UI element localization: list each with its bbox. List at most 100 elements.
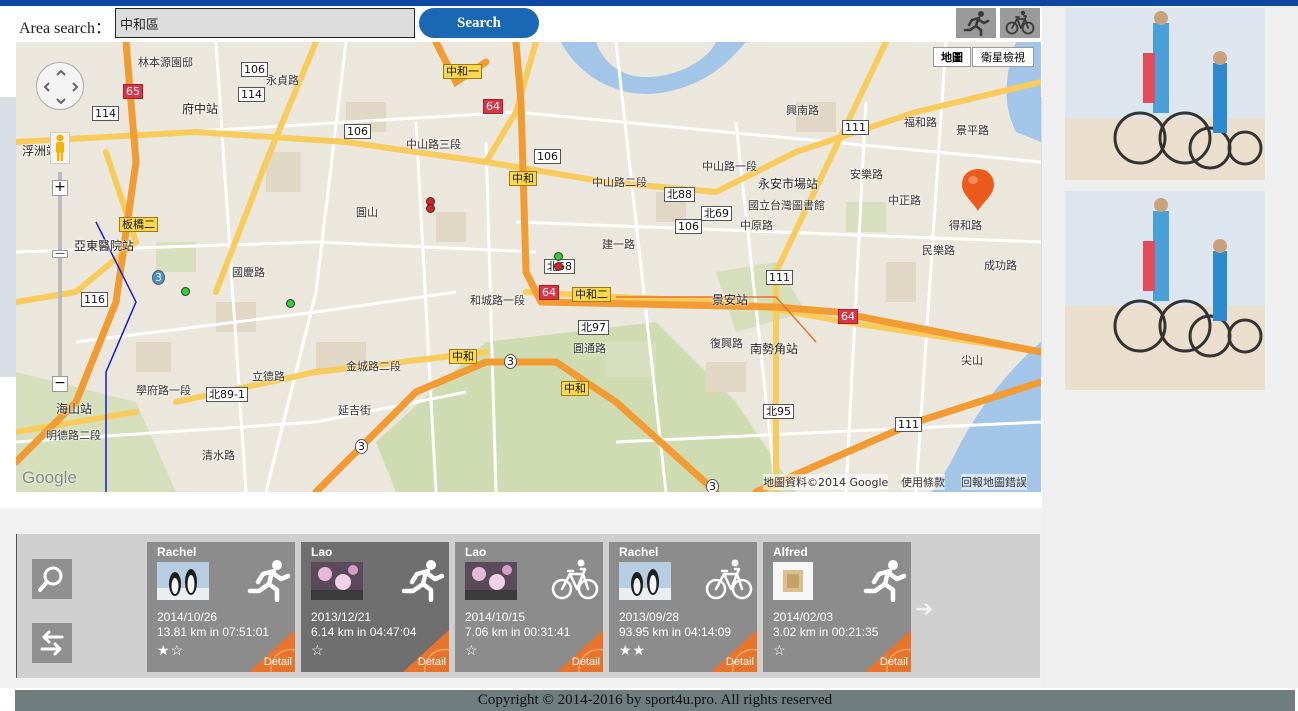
workout-card[interactable]: Lao 2013/12/21 6.14 km in 04:47:04 ☆ Detail <box>301 542 449 672</box>
map-label: 景安站 <box>712 293 749 307</box>
map-label: 民樂路 <box>922 244 955 257</box>
magnifier-icon <box>38 566 63 592</box>
workout-date: 2013/12/21 <box>311 610 372 624</box>
map-type-map-button[interactable]: 地圖 <box>933 47 971 67</box>
search-bar: Area search： Search <box>0 6 1042 42</box>
workout-card[interactable]: Rachel 2014/10/26 13.81 km in 07:51:01 ★☆ De… <box>147 542 295 672</box>
bicycle-icon <box>1005 10 1035 35</box>
workout-user: Lao <box>311 545 333 559</box>
map-view[interactable]: 林本源園邸 府中站 浮洲站 板橋二 亞東醫院站 海山站 永安市場站 國立台灣圖書… <box>16 42 1041 492</box>
map-type-satellite-button[interactable]: 衛星檢視 <box>972 47 1034 67</box>
workout-card[interactable]: Rachel 2013/09/28 93.95 km in 04:14:09 ★★ De… <box>609 542 757 672</box>
map-label: 成功路 <box>984 259 1017 272</box>
map-label: 尖山 <box>961 354 983 367</box>
road-shield: 111 <box>895 417 922 432</box>
footer: Copyright © 2014-2016 by sport4u.pro. Al… <box>15 690 1295 711</box>
street-view-pegman-icon[interactable] <box>50 132 70 164</box>
road-shield: 3 <box>355 439 368 454</box>
map-label: 中山路三段 <box>406 138 461 151</box>
zoom-in-button[interactable]: + <box>52 180 68 196</box>
cycling-filter-button[interactable] <box>1000 8 1040 38</box>
road-shield: 65 <box>123 84 143 99</box>
running-filter-button[interactable] <box>956 8 996 38</box>
avatar-photo <box>773 562 813 600</box>
road-shield: 116 <box>81 292 108 307</box>
workout-stats: 7.06 km in 00:31:41 <box>465 625 571 639</box>
map-label: 國立台灣圖書館 <box>748 199 825 212</box>
map-label: 中和 <box>509 171 537 186</box>
pan-control[interactable] <box>36 62 84 110</box>
map-label: 海山站 <box>56 402 93 416</box>
workout-strip: Rachel 2014/10/26 13.81 km in 07:51:01 ★☆ De… <box>16 534 1040 678</box>
map-label: 福和路 <box>904 116 937 129</box>
google-logo: Google <box>22 468 77 487</box>
road-shield: 106 <box>675 219 702 234</box>
road-shield: 北69 <box>701 206 732 221</box>
ad-banner-cycling[interactable] <box>1065 8 1265 180</box>
swap-button[interactable] <box>32 623 72 663</box>
detail-link[interactable]: Detail <box>726 656 754 668</box>
workout-user: Rachel <box>619 545 659 559</box>
workout-date: 2014/10/26 <box>157 610 218 624</box>
flowers-photo <box>311 562 363 600</box>
rating-stars: ☆ <box>465 642 479 658</box>
map-label: 得和路 <box>949 219 982 232</box>
bicycle-icon <box>551 559 599 600</box>
map-base <box>16 42 1041 492</box>
zoom-slider-handle[interactable]: — <box>52 249 68 259</box>
map-label: 永安市場站 <box>758 177 819 191</box>
map-label: 清水路 <box>202 449 235 462</box>
map-attribution: 地圖資料©2014 Google <box>763 474 889 490</box>
map-label: 中和 <box>449 349 477 364</box>
runner-icon <box>963 11 990 36</box>
location-pin-icon[interactable] <box>960 167 996 213</box>
map-label: 中和二 <box>572 287 611 302</box>
next-arrow-icon[interactable]: ➔ <box>915 596 933 622</box>
map-label: 復興路 <box>710 337 743 350</box>
workout-user: Alfred <box>773 545 808 559</box>
map-label: 中和 <box>561 381 589 396</box>
map-label: 中和一 <box>443 64 482 79</box>
copyright-text: Copyright © 2014-2016 by sport4u.pro. Al… <box>477 692 833 708</box>
map-label: 圓山 <box>356 206 378 219</box>
road-shield: 北97 <box>578 320 609 335</box>
workout-stats: 6.14 km in 04:47:04 <box>311 625 417 639</box>
runner-icon <box>401 560 445 602</box>
map-label: 圓通路 <box>573 342 606 355</box>
terms-link[interactable]: 使用條款 <box>901 474 945 490</box>
ad-banner-cycling[interactable] <box>1065 191 1265 390</box>
road-shield: 106 <box>344 124 371 139</box>
zoom-out-button[interactable]: − <box>52 376 68 392</box>
route-marker-red[interactable] <box>426 204 435 213</box>
rating-stars: ★☆ <box>157 642 185 658</box>
route-marker-red[interactable] <box>554 262 563 271</box>
route-marker-green[interactable] <box>286 299 295 308</box>
road-shield: 111 <box>766 270 793 285</box>
route-marker-green[interactable] <box>554 252 563 261</box>
map-label: 林本源園邸 <box>138 56 193 69</box>
map-label: 和城路一段 <box>470 294 525 307</box>
map-label: 南勢角站 <box>750 342 799 356</box>
workout-card[interactable]: Lao 2014/10/15 7.06 km in 00:31:41 ☆ Detail <box>455 542 603 672</box>
workout-date: 2014/02/03 <box>773 610 834 624</box>
map-label: 明德路二段 <box>46 429 101 442</box>
search-button[interactable]: Search <box>419 8 539 38</box>
workout-card[interactable]: Alfred 2014/02/03 3.02 km in 00:21:35 ☆ Deta… <box>763 542 911 672</box>
road-shield: 114 <box>92 106 119 121</box>
workout-date: 2013/09/28 <box>619 610 680 624</box>
route-marker-green[interactable] <box>181 287 190 296</box>
detail-link[interactable]: Detail <box>418 656 446 668</box>
workout-date: 2014/10/15 <box>465 610 526 624</box>
zoom-slider-track[interactable] <box>58 172 62 377</box>
workout-stats: 3.02 km in 00:21:35 <box>773 625 879 639</box>
report-error-link[interactable]: 回報地圖錯誤 <box>961 474 1027 490</box>
road-shield: 106 <box>241 62 268 77</box>
penguins-photo <box>619 562 671 600</box>
detail-link[interactable]: Detail <box>572 656 600 668</box>
search-input[interactable] <box>115 8 415 38</box>
zoom-search-button[interactable] <box>32 559 72 599</box>
map-label: 中山路一段 <box>702 160 757 173</box>
detail-link[interactable]: Detail <box>264 656 292 668</box>
detail-link[interactable]: Detail <box>880 656 908 668</box>
road-shield: 3 <box>152 270 165 285</box>
